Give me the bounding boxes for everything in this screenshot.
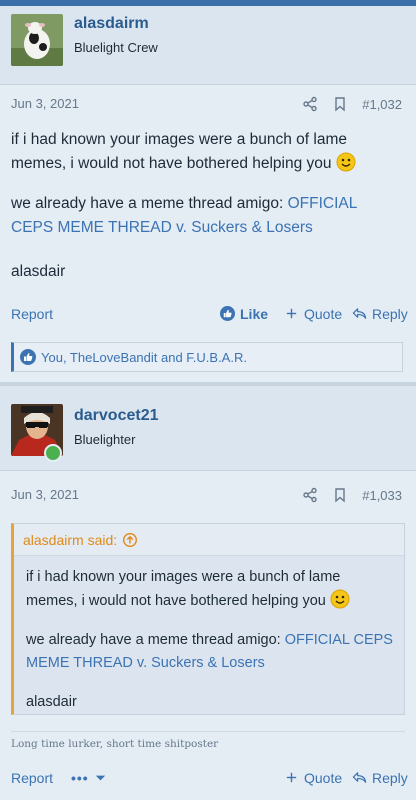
user-title: Bluelighter xyxy=(74,432,136,447)
quote-paragraph: if i had known your images were a bunch … xyxy=(26,569,341,609)
reactions-list[interactable]: You, TheLoveBandit and F.U.B.A.R. xyxy=(41,350,247,365)
post-number[interactable]: #1,032 xyxy=(362,97,402,112)
reply-icon xyxy=(352,770,368,786)
quote-signoff: alasdair xyxy=(26,694,77,710)
post-paragraph: if i had known your images were a bunch … xyxy=(11,131,348,172)
quote-paragraph: we already have a meme thread amigo: xyxy=(26,632,285,648)
post-actions: Report Like Quote Reply xyxy=(0,306,416,330)
share-icon[interactable] xyxy=(302,487,318,503)
reactions-bar[interactable]: You, TheLoveBandit and F.U.B.A.R. xyxy=(11,342,403,372)
signature-divider xyxy=(11,731,405,732)
user-header: darvocet21 Bluelighter xyxy=(0,386,416,471)
like-icon xyxy=(20,349,36,365)
reply-button[interactable]: Reply xyxy=(352,306,408,322)
post-actions: Report ••• Quote Reply xyxy=(0,770,416,794)
arrow-up-circle-icon[interactable] xyxy=(122,532,138,548)
report-button[interactable]: Report xyxy=(11,770,53,786)
more-options-button[interactable]: ••• xyxy=(71,770,109,786)
quote-block: alasdairm said: if i had known your imag… xyxy=(11,523,405,715)
signature: Long time lurker, short time shitposter xyxy=(11,738,219,750)
reply-button[interactable]: Reply xyxy=(352,770,408,786)
like-button[interactable]: Like xyxy=(220,306,268,322)
reply-label: Reply xyxy=(372,306,408,322)
avatar[interactable] xyxy=(11,14,63,66)
post-number[interactable]: #1,033 xyxy=(362,488,402,503)
share-icon[interactable] xyxy=(302,96,318,112)
post-date[interactable]: Jun 3, 2021 xyxy=(11,487,79,502)
plus-icon xyxy=(284,306,300,322)
reply-icon xyxy=(352,306,368,322)
user-header: alasdairm Bluelight Crew xyxy=(0,6,416,85)
reply-label: Reply xyxy=(372,770,408,786)
more-label: ••• xyxy=(71,770,89,786)
report-label: Report xyxy=(11,770,54,786)
quote-button[interactable]: Quote xyxy=(284,770,342,786)
post-meta: #1,033 xyxy=(302,487,402,503)
report-label: Report xyxy=(11,306,54,322)
post-1033: darvocet21 Bluelighter Jun 3, 2021 #1,03… xyxy=(0,386,416,800)
quote-author[interactable]: alasdairm said: xyxy=(23,532,117,548)
username[interactable]: darvocet21 xyxy=(74,407,159,425)
post-date[interactable]: Jun 3, 2021 xyxy=(11,96,79,111)
quote-label: Quote xyxy=(304,770,343,786)
quote-body: if i had known your images were a bunch … xyxy=(26,566,394,714)
smiley-icon xyxy=(336,152,356,172)
post-paragraph: we already have a meme thread amigo: xyxy=(11,195,288,212)
post-1032: alasdairm Bluelight Crew Jun 3, 2021 #1,… xyxy=(0,6,416,384)
post-body: if i had known your images were a bunch … xyxy=(11,128,391,284)
bookmark-icon[interactable] xyxy=(332,487,348,503)
smiley-icon xyxy=(330,589,350,609)
username[interactable]: alasdairm xyxy=(74,15,149,33)
plus-icon xyxy=(284,770,300,786)
online-status-icon xyxy=(44,444,62,462)
post-meta: #1,032 xyxy=(302,96,402,112)
report-button[interactable]: Report xyxy=(11,306,53,322)
like-label: Like xyxy=(240,306,269,322)
chevron-down-icon xyxy=(93,770,109,786)
bookmark-icon[interactable] xyxy=(332,96,348,112)
quote-button[interactable]: Quote xyxy=(284,306,342,322)
quote-header[interactable]: alasdairm said: xyxy=(14,524,404,556)
user-title: Bluelight Crew xyxy=(74,40,158,55)
like-icon xyxy=(220,306,236,322)
quote-label: Quote xyxy=(304,306,343,322)
post-signoff: alasdair xyxy=(11,263,66,280)
